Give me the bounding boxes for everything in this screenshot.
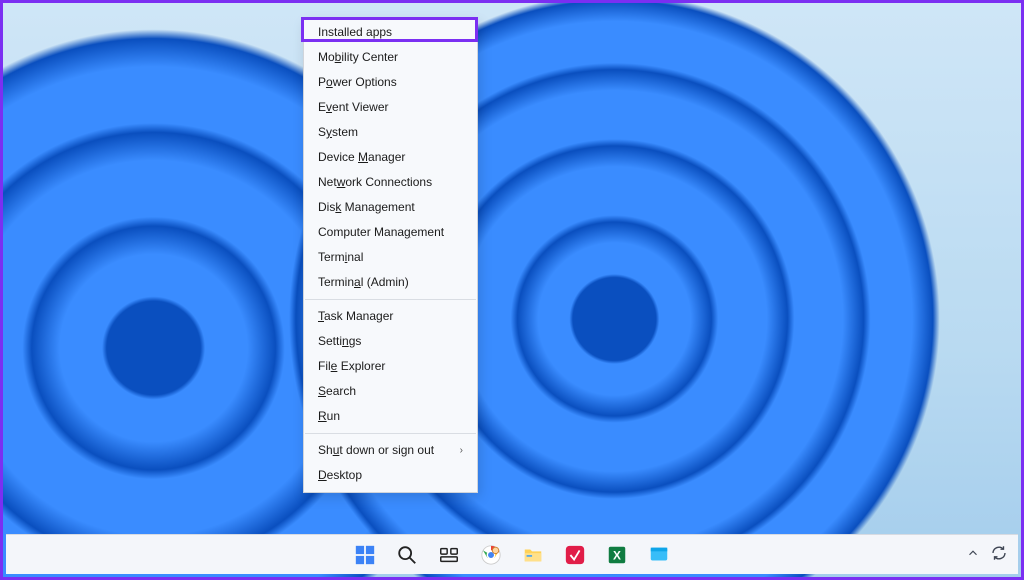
backup-status-tray-button[interactable] xyxy=(990,544,1008,565)
menu-item-disk-management[interactable]: Disk Management xyxy=(304,195,477,220)
app-blue-icon xyxy=(648,544,670,566)
menu-item-network-connections[interactable]: Network Connections xyxy=(304,170,477,195)
file-explorer-taskbar-button[interactable] xyxy=(515,539,551,571)
chrome-taskbar-button[interactable] xyxy=(473,539,509,571)
excel-icon: X xyxy=(606,544,628,566)
menu-item-search[interactable]: Search xyxy=(304,379,477,404)
menu-item-power-options[interactable]: Power Options xyxy=(304,70,477,95)
menu-item-shut-down-or-sign-out[interactable]: Shut down or sign out› xyxy=(304,438,477,463)
menu-separator xyxy=(305,299,476,300)
chevron-up-tray-button[interactable] xyxy=(966,546,980,563)
menu-separator xyxy=(305,433,476,434)
menu-item-mobility-center[interactable]: Mobility Center xyxy=(304,45,477,70)
menu-item-installed-apps[interactable]: Installed apps xyxy=(304,20,477,45)
menu-item-run[interactable]: Run xyxy=(304,404,477,429)
task-view-icon xyxy=(438,544,460,566)
start-taskbar-button[interactable] xyxy=(347,539,383,571)
backup-status-icon xyxy=(990,549,1008,565)
excel-taskbar-button[interactable]: X xyxy=(599,539,635,571)
start-icon xyxy=(354,544,376,566)
svg-text:X: X xyxy=(613,548,621,562)
menu-item-system[interactable]: System xyxy=(304,120,477,145)
menu-item-file-explorer[interactable]: File Explorer xyxy=(304,354,477,379)
file-explorer-icon xyxy=(522,544,544,566)
menu-item-event-viewer[interactable]: Event Viewer xyxy=(304,95,477,120)
menu-item-terminal[interactable]: Terminal xyxy=(304,245,477,270)
chevron-right-icon: › xyxy=(460,443,463,458)
menu-item-device-manager[interactable]: Device Manager xyxy=(304,145,477,170)
winx-context-menu[interactable]: Installed appsMobility CenterPower Optio… xyxy=(303,19,478,493)
search-icon xyxy=(396,544,418,566)
menu-item-settings[interactable]: Settings xyxy=(304,329,477,354)
task-view-taskbar-button[interactable] xyxy=(431,539,467,571)
chrome-icon xyxy=(480,544,502,566)
app-red-icon xyxy=(564,544,586,566)
menu-item-computer-management[interactable]: Computer Management xyxy=(304,220,477,245)
search-taskbar-button[interactable] xyxy=(389,539,425,571)
menu-item-desktop[interactable]: Desktop xyxy=(304,463,477,488)
app-blue-taskbar-button[interactable] xyxy=(641,539,677,571)
menu-item-terminal-admin[interactable]: Terminal (Admin) xyxy=(304,270,477,295)
app-red-taskbar-button[interactable] xyxy=(557,539,593,571)
chevron-up-icon xyxy=(966,547,980,563)
taskbar: X xyxy=(6,534,1018,574)
menu-item-task-manager[interactable]: Task Manager xyxy=(304,304,477,329)
